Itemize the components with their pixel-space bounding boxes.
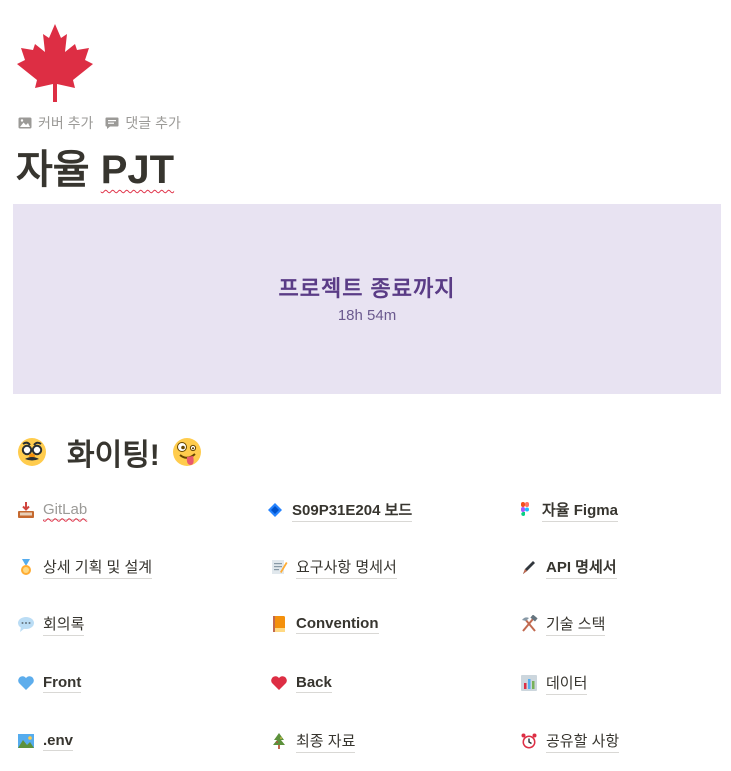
speech-bubble-icon — [17, 615, 35, 633]
page-actions: 커버 추가 댓글 추가 — [18, 113, 181, 133]
blue-heart-icon — [17, 674, 35, 692]
link-board[interactable]: S09P31E204 보드 — [266, 499, 413, 522]
page-title[interactable]: 자율 PJT — [16, 146, 174, 194]
add-comment-button[interactable]: 댓글 추가 — [105, 113, 181, 133]
link-label: 상세 기획 및 설계 — [43, 556, 153, 579]
figma-icon — [516, 501, 534, 519]
heading-text: 화이팅! — [67, 439, 160, 472]
add-cover-label: 커버 추가 — [38, 115, 94, 131]
link-gitlab[interactable]: GitLab — [17, 499, 88, 521]
comment-icon — [105, 117, 119, 129]
link-tech-stack[interactable]: 기술 스택 — [520, 613, 606, 636]
link-front[interactable]: Front — [17, 672, 82, 694]
link-label: Back — [296, 673, 332, 693]
landscape-icon — [17, 732, 35, 750]
link-label: Convention — [296, 614, 379, 634]
bar-chart-icon — [520, 674, 538, 692]
link-label: 공유할 사항 — [546, 730, 620, 753]
link-label: S09P31E204 보드 — [292, 499, 413, 522]
link-label: .env — [43, 731, 74, 751]
title-word-2: PJT — [100, 148, 175, 192]
add-comment-label: 댓글 추가 — [125, 115, 181, 131]
link-label: 자율 Figma — [542, 499, 618, 522]
link-back[interactable]: Back — [270, 672, 332, 694]
link-label: GitLab — [43, 500, 88, 520]
zany-face-icon — [172, 437, 202, 467]
add-cover-button[interactable]: 커버 추가 — [18, 113, 93, 133]
link-meeting-notes[interactable]: 회의록 — [17, 613, 85, 636]
christmas-tree-icon — [270, 732, 288, 750]
link-final-materials[interactable]: 최종 자료 — [270, 730, 356, 753]
alarm-clock-icon — [520, 732, 538, 750]
section-heading[interactable]: 화이팅! — [17, 430, 202, 474]
link-data[interactable]: 데이터 — [520, 672, 588, 695]
link-convention[interactable]: Convention — [270, 613, 379, 635]
link-label: 기술 스택 — [546, 613, 606, 636]
hammer-pick-icon — [520, 615, 538, 633]
link-detailed-plan[interactable]: 상세 기획 및 설계 — [17, 556, 153, 579]
orange-book-icon — [270, 615, 288, 633]
link-label: 요구사항 명세서 — [296, 556, 397, 579]
link-label: 최종 자료 — [296, 730, 356, 753]
link-shared-notes[interactable]: 공유할 사항 — [520, 730, 620, 753]
link-api-spec[interactable]: API 명세서 — [520, 556, 617, 579]
link-label: 회의록 — [43, 613, 85, 636]
medal-icon — [17, 558, 35, 576]
link-label: API 명세서 — [546, 556, 617, 579]
memo-icon — [270, 558, 288, 576]
link-label: 데이터 — [546, 672, 588, 695]
link-label: Front — [43, 673, 82, 693]
countdown-widget[interactable]: 프로젝트 종료까지 18h 54m — [13, 204, 721, 394]
disguised-face-icon — [17, 437, 47, 467]
link-figma[interactable]: 자율 Figma — [516, 499, 618, 522]
blue-diamond-icon — [266, 501, 284, 519]
red-heart-icon — [270, 674, 288, 692]
countdown-value: 18h 54m — [337, 307, 397, 324]
pen-icon — [520, 558, 538, 576]
countdown-label: 프로젝트 종료까지 — [278, 276, 456, 301]
maple-leaf-icon[interactable] — [15, 22, 95, 102]
link-requirements[interactable]: 요구사항 명세서 — [270, 556, 397, 579]
link-env[interactable]: .env — [17, 730, 74, 752]
inbox-tray-icon — [17, 501, 35, 519]
image-icon — [18, 117, 32, 129]
title-word-1: 자율 — [16, 148, 90, 192]
